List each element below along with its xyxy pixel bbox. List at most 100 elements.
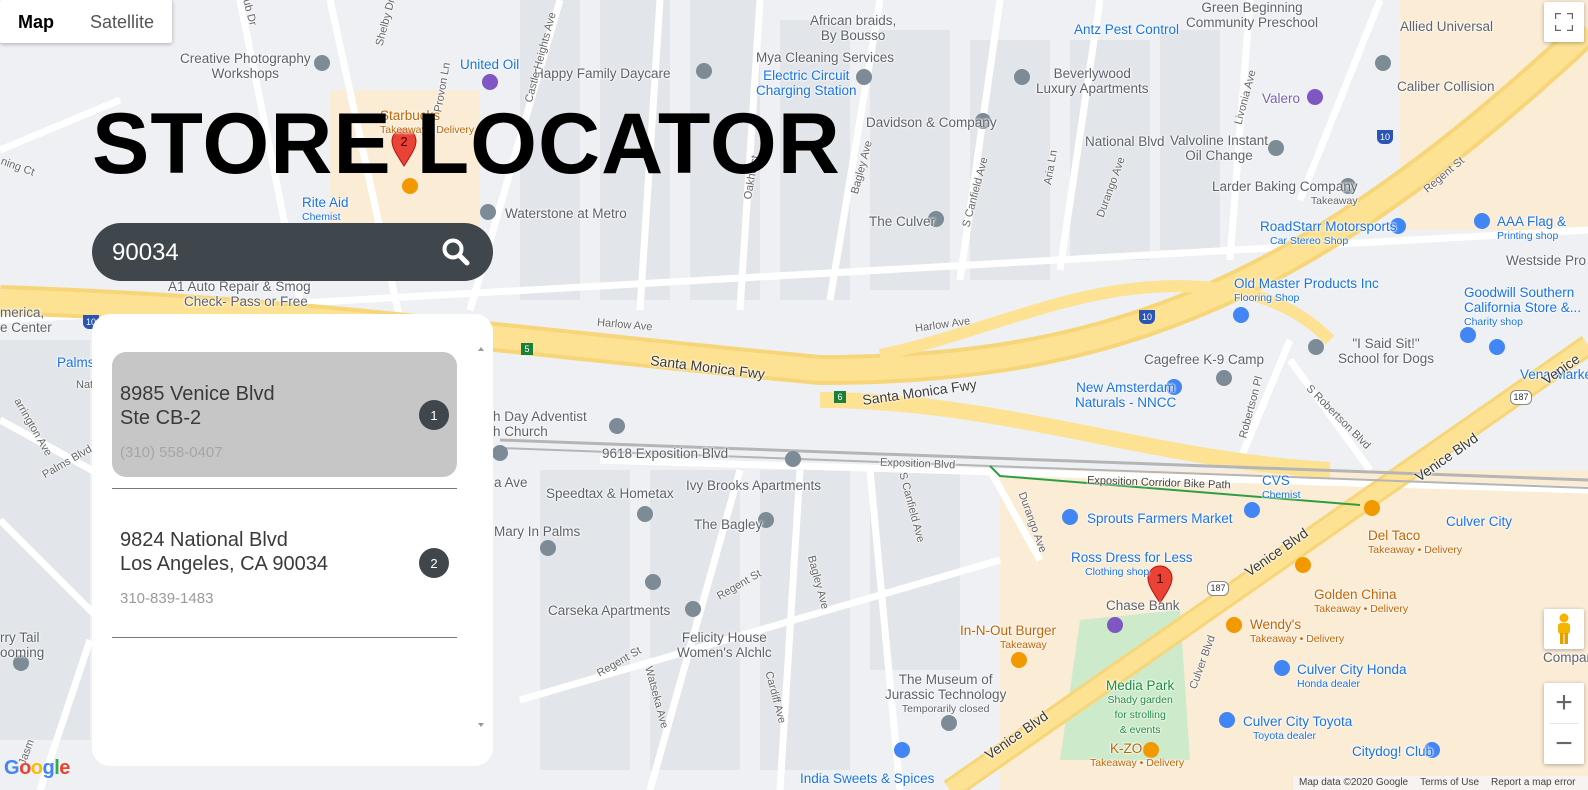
poi-the-bagley: The Bagley [694, 517, 763, 532]
poi-creative-photo: Creative Photography Workshops [180, 51, 311, 81]
poi-valero: Valero [1262, 91, 1301, 106]
poi-united-oil: United Oil [460, 57, 520, 72]
map-type-control: Map Satellite [0, 0, 173, 43]
poi-valvoline: Valvoline Instant Oil Change [1170, 133, 1269, 163]
poi-african-braids: African braids, By Bousso [810, 13, 897, 43]
poi-goodwill: Goodwill Southern California Store &... Ch… [1464, 285, 1582, 328]
store-result-item[interactable]: 8985 Venice Blvd Ste CB-2 (310) 558-0407… [112, 352, 457, 477]
fullscreen-icon [1555, 13, 1573, 31]
poi-cagefree: Cagefree K-9 Camp [1144, 352, 1265, 367]
address-line-2: Los Angeles, CA 90034 [120, 553, 328, 575]
poi-rite-aid: Rite Aid Chemist [302, 195, 349, 223]
route-187-shield: 187 [1510, 390, 1532, 405]
route-187-shield-2: 187 [1207, 581, 1229, 596]
poi-felicity-house: Felicity House Women's Alchlc [677, 630, 772, 660]
poi-new-amsterdam: New Amsterdam Naturals - NNCC [1075, 380, 1177, 410]
map-type-satellite-button[interactable]: Satellite [72, 0, 172, 43]
zoom-out-button[interactable]: − [1544, 724, 1584, 764]
store-phone: (310) 558-0407 [120, 444, 223, 461]
search-bar [92, 223, 493, 283]
street-national-blvd: National Blvd [1085, 134, 1165, 149]
poi-i-said-sit: "I Said Sit!" School for Dogs [1338, 336, 1435, 366]
search-icon [442, 238, 470, 266]
poi-waterstone: Waterstone at Metro [505, 206, 627, 221]
poi-happy-family: Happy Family Daycare [534, 66, 671, 81]
poi-cvs: CVS Chemist [1262, 473, 1301, 501]
minus-icon: − [1555, 727, 1573, 760]
poi-museum-jurassic: The Museum of Jurassic Technology Temporar… [885, 672, 1007, 715]
poi-larder-baking: Larder Baking Company Takeaway [1212, 179, 1358, 207]
terms-of-use-link[interactable]: Terms of Use [1420, 776, 1479, 790]
poi-mya-cleaning: Mya Cleaning Services [756, 50, 895, 65]
poi-chase-bank: Chase Bank [1106, 598, 1180, 613]
poi-kzo: K-ZO Takeaway • Delivery [1090, 741, 1185, 769]
zip-search-input[interactable] [110, 223, 414, 283]
store-number-badge: 1 [419, 400, 449, 430]
poi-carseka: Carseka Apartments [548, 603, 671, 618]
poi-caliber-collision: Caliber Collision [1397, 79, 1495, 94]
poi-allied-universal: Allied Universal [1400, 19, 1494, 34]
street-nat: Nat [76, 379, 94, 391]
poi-mary-in-palms: Mary In Palms [494, 524, 581, 539]
result-divider [112, 488, 457, 489]
poi-antz-pest: Antz Pest Control [1074, 22, 1180, 37]
poi-beverlywood: Beverlywood Luxury Apartments [1036, 66, 1149, 96]
poi-ross-dress: Ross Dress for Less Clothing shop [1071, 550, 1193, 578]
poi-culver-city: Culver City [1446, 514, 1513, 529]
map-type-map-button[interactable]: Map [0, 0, 72, 43]
plus-icon: + [1555, 686, 1573, 719]
poi-america: merica, e Center [0, 305, 52, 335]
store-address: 8985 Venice Blvd Ste CB-2 [120, 382, 449, 430]
poi-rry-tail: rry Tail ooming [0, 630, 45, 660]
i10-shield-2: 10 [1139, 310, 1155, 324]
poi-del-taco: Del Taco Takeaway • Delivery [1368, 528, 1463, 556]
poi-culver-city-toyota: Culver City Toyota Toyota dealer [1243, 714, 1353, 742]
poi-roadstarr: RoadStarr Motorsports Car Stereo Shop [1260, 219, 1397, 247]
address-line-1: 8985 Venice Blvd [120, 383, 275, 405]
poi-old-master: Old Master Products Inc Flooring Shop [1234, 276, 1379, 304]
poi-golden-china: Golden China Takeaway • Delivery [1314, 587, 1409, 615]
poi-sprouts: Sprouts Farmers Market [1087, 511, 1233, 526]
zoom-control: + − [1544, 683, 1584, 764]
street-a-ave: a Ave [494, 475, 528, 490]
poi-westside-pro: Westside Pro [1506, 253, 1587, 268]
poi-day-adventist: h Day Adventist h Church [493, 409, 587, 439]
store-results-panel[interactable]: 8985 Venice Blvd Ste CB-2 (310) 558-0407… [92, 314, 493, 766]
street-view-pegman-button[interactable] [1544, 609, 1584, 649]
poi-green-beginning: Green Beginning Community Preschool [1186, 0, 1319, 30]
address-line-1: 9824 National Blvd [120, 529, 288, 551]
address-line-2: Ste CB-2 [120, 407, 202, 429]
search-button[interactable] [440, 236, 472, 268]
poi-the-culver: The Culver [869, 214, 936, 229]
poi-india-sweets: India Sweets & Spices [800, 771, 935, 786]
map-data-attribution: Map data ©2020 Google [1299, 777, 1409, 788]
report-map-error-link[interactable]: Report a map error [1491, 776, 1575, 790]
poi-ivy-brooks: Ivy Brooks Apartments [686, 478, 822, 493]
poi-media-park: Media Park Shady garden for strolling & eve… [1106, 678, 1175, 736]
map-footer: Map data ©2020 Google Terms of Use Repor… [1293, 776, 1588, 790]
pegman-icon [1558, 613, 1570, 644]
poi-citydog: Citydog! Club [1352, 744, 1434, 759]
result-divider [112, 637, 457, 638]
store-number-badge: 2 [419, 548, 449, 578]
poi-a1-auto: A1 Auto Repair & Smog Check- Pass or Free [168, 279, 311, 309]
poi-aaa-flag: AAA Flag & Printing shop [1497, 214, 1567, 242]
google-logo[interactable]: Google [4, 757, 70, 780]
street-exposition-blvd: Exposition Blvd [879, 456, 956, 472]
poi-culver-city-honda: Culver City Honda Honda dealer [1297, 662, 1407, 690]
poi-in-n-out: In-N-Out Burger Takeaway [960, 623, 1057, 651]
results-scrollbar[interactable] [477, 344, 485, 730]
poi-9618-exposition: 9618 Exposition Blvd [602, 446, 729, 461]
poi-palms: Palms [57, 355, 95, 370]
poi-speedtax: Speedtax & Hometax [546, 486, 674, 501]
store-result-item[interactable]: 9824 National Blvd Los Angeles, CA 90034… [112, 528, 457, 638]
poi-wendys: Wendy's Takeaway • Delivery [1250, 617, 1345, 645]
zoom-in-button[interactable]: + [1544, 683, 1584, 723]
fullscreen-button[interactable] [1544, 2, 1584, 42]
poi-davidson: Davidson & Company [866, 115, 997, 130]
scroll-up-arrow-icon[interactable] [478, 347, 484, 351]
scroll-down-arrow-icon[interactable] [478, 723, 484, 727]
route-5-sign: 5 [521, 343, 533, 355]
i10-shield-3: 10 [1377, 130, 1393, 144]
page-title: STORE LOCATOR [92, 96, 841, 192]
